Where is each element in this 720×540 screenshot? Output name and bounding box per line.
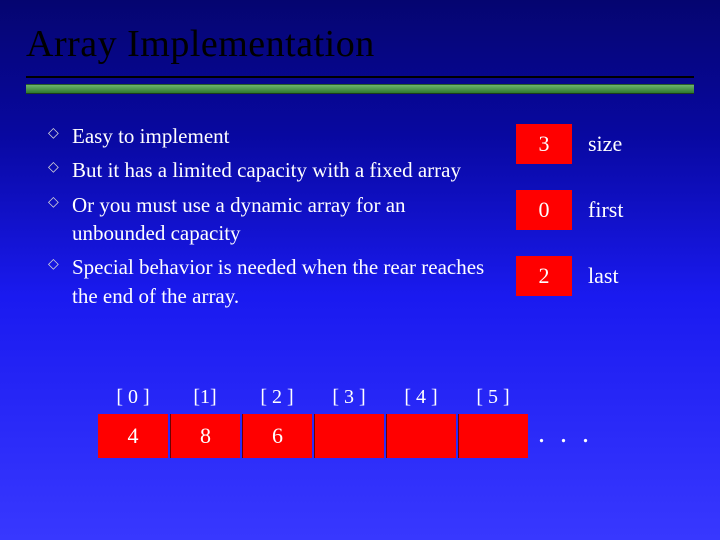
bullet-text: Special behavior is needed when the rear…: [72, 253, 498, 310]
bullet-list: ◇ Easy to implement ◇ But it has a limit…: [48, 122, 498, 322]
title-underline: [26, 76, 694, 78]
index-label: [ 4 ]: [386, 380, 456, 414]
array-column: [ 0 ] 4: [98, 380, 168, 458]
value-box: 2: [516, 256, 572, 296]
array-cell: [458, 414, 528, 458]
value-label: last: [588, 263, 619, 289]
array-cell: [314, 414, 384, 458]
array-column: [1] 8: [170, 380, 240, 458]
bullet-text: Or you must use a dynamic array for an u…: [72, 191, 498, 248]
bullet-item: ◇ Or you must use a dynamic array for an…: [48, 191, 498, 248]
index-label: [ 3 ]: [314, 380, 384, 414]
array-column: [ 2 ] 6: [242, 380, 312, 458]
side-row-first: 0 first: [516, 190, 692, 230]
bullet-item: ◇ Easy to implement: [48, 122, 498, 150]
value-box: 0: [516, 190, 572, 230]
slide: Array Implementation ◇ Easy to implement…: [0, 0, 720, 540]
title-area: Array Implementation: [0, 0, 720, 72]
ellipsis: . . .: [530, 380, 593, 450]
bullet-text: But it has a limited capacity with a fix…: [72, 156, 498, 184]
index-label: [ 0 ]: [98, 380, 168, 414]
slide-title: Array Implementation: [26, 22, 700, 66]
value-box: 3: [516, 124, 572, 164]
bullet-icon: ◇: [48, 191, 62, 248]
index-label: [1]: [170, 380, 240, 414]
side-row-size: 3 size: [516, 124, 692, 164]
value-label: size: [588, 131, 622, 157]
array-column: [ 4 ]: [386, 380, 456, 458]
bullet-item: ◇ But it has a limited capacity with a f…: [48, 156, 498, 184]
array-column: [ 3 ]: [314, 380, 384, 458]
side-row-last: 2 last: [516, 256, 692, 296]
bullet-text: Easy to implement: [72, 122, 498, 150]
index-label: [ 2 ]: [242, 380, 312, 414]
accent-bar: [26, 84, 694, 94]
bullet-icon: ◇: [48, 156, 62, 184]
array-cell: 8: [170, 414, 240, 458]
index-label: [ 5 ]: [458, 380, 528, 414]
array-cell: [386, 414, 456, 458]
array-cell: 4: [98, 414, 168, 458]
side-values: 3 size 0 first 2 last: [516, 122, 692, 322]
array-cell: 6: [242, 414, 312, 458]
array-column: [ 5 ]: [458, 380, 528, 458]
value-label: first: [588, 197, 623, 223]
content-area: ◇ Easy to implement ◇ But it has a limit…: [0, 94, 720, 322]
array-diagram: [ 0 ] 4 [1] 8 [ 2 ] 6 [ 3 ] [ 4 ] [ 5 ] …: [98, 380, 593, 458]
bullet-item: ◇ Special behavior is needed when the re…: [48, 253, 498, 310]
bullet-icon: ◇: [48, 253, 62, 310]
bullet-icon: ◇: [48, 122, 62, 150]
